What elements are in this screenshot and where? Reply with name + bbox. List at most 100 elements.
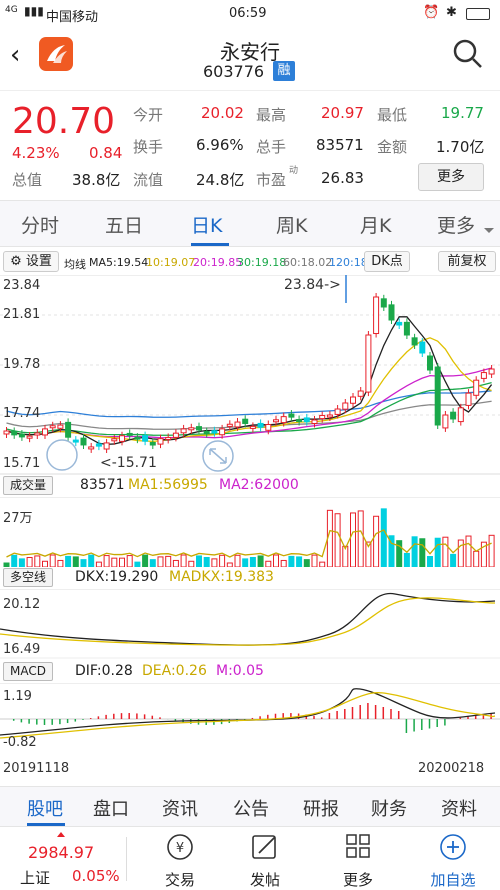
network-indicator: 4G	[5, 5, 18, 15]
period-tabs: 分时 五日 日K 周K 月K 更多	[0, 200, 500, 247]
amount-label: 金额	[377, 138, 408, 156]
kline-y-top: 23.84	[3, 278, 41, 293]
candle	[26, 432, 33, 443]
post-button[interactable]: 发帖	[235, 831, 295, 889]
pe-label: 市盈	[256, 171, 287, 189]
volume-bar	[149, 559, 156, 567]
candle	[72, 436, 79, 447]
volume-bar	[180, 554, 187, 567]
kline-chart[interactable]	[0, 275, 500, 475]
volume-bar	[288, 555, 295, 567]
tab-order-book[interactable]: 盘口	[93, 795, 129, 821]
candle	[95, 439, 102, 451]
plus-circle-icon	[440, 834, 466, 860]
candle	[403, 318, 410, 339]
total-label: 总值	[12, 171, 43, 189]
candle	[380, 294, 387, 311]
volume-bar	[303, 559, 310, 567]
candle	[257, 419, 264, 432]
tab-forum[interactable]: 股吧	[27, 795, 63, 821]
volume-bar	[296, 556, 303, 567]
volume-bar	[119, 557, 125, 567]
margin-badge: 融	[273, 61, 295, 81]
tab-monthly-k[interactable]: 月K	[360, 211, 391, 238]
signal-icon: ▮▮▮	[24, 4, 44, 18]
volume-bar	[273, 554, 279, 567]
tab-five-day[interactable]: 五日	[105, 211, 143, 238]
grid-icon	[346, 834, 370, 858]
dif-value: DIF:0.28	[75, 663, 133, 679]
trade-button[interactable]: ¥ 交易	[150, 831, 210, 889]
tab-research[interactable]: 研报	[303, 795, 339, 821]
index-name: 上证	[20, 869, 51, 887]
quote-panel: 20.70 4.23% 0.84 总值 38.8亿 今开 20.02 最高 20…	[0, 90, 500, 200]
volume-bar	[34, 555, 41, 567]
float-label: 流值	[133, 171, 164, 189]
stock-header: ‹ 永安行 603776 融	[0, 28, 500, 90]
volume-bar	[427, 556, 433, 567]
high-label: 最高	[256, 106, 287, 124]
volume-bar	[380, 508, 387, 567]
add-watchlist-button[interactable]: 加自选	[418, 831, 488, 889]
pe-superscript: 动	[289, 166, 299, 176]
end-date: 20200218	[418, 761, 485, 776]
volume-value: 83571	[80, 477, 125, 493]
candle	[11, 427, 18, 439]
tab-intraday[interactable]: 分时	[21, 211, 59, 238]
trade-label: 交易	[164, 871, 195, 889]
ma-line	[6, 367, 492, 439]
svg-text:¥: ¥	[176, 841, 184, 856]
macd-label-button[interactable]: MACD	[3, 662, 53, 681]
open-label: 今开	[133, 106, 164, 124]
dk-chart	[0, 589, 500, 659]
tab-announcements[interactable]: 公告	[233, 795, 269, 821]
dk-point-button[interactable]: DK点	[364, 251, 410, 272]
more-menu-button[interactable]: 更多	[328, 831, 388, 889]
more-button[interactable]: 更多	[418, 163, 484, 191]
tab-weekly-k[interactable]: 周K	[276, 211, 307, 238]
tab-news[interactable]: 资讯	[162, 795, 198, 821]
bluetooth-icon: ✱	[446, 5, 457, 20]
volume-y-top: 27万	[3, 511, 33, 526]
m-value: M:0.05	[216, 663, 264, 679]
alarm-icon: ⏰	[423, 5, 440, 20]
candle	[288, 410, 295, 422]
turnover-value: 6.96%	[196, 136, 244, 154]
volume-bar	[65, 555, 72, 567]
price: 20.70	[12, 101, 116, 142]
tab-profile[interactable]: 资料	[441, 795, 477, 821]
dk-label-button[interactable]: 多空线	[3, 568, 54, 587]
search-icon[interactable]	[452, 38, 484, 70]
candle	[142, 431, 149, 446]
info-tabs: 股吧 盘口 资讯 公告 研报 财务 资料	[0, 786, 500, 826]
volume-bar	[26, 556, 33, 567]
volume-label: 总手	[256, 138, 287, 156]
candle	[365, 331, 372, 397]
volume-bar	[242, 558, 249, 567]
edit-icon	[252, 835, 276, 859]
ma10-value: 10:19.07	[146, 256, 196, 269]
macd-chart	[0, 683, 500, 739]
index-value[interactable]: 2984.97	[28, 843, 94, 862]
tab-daily-k[interactable]: 日K	[191, 211, 222, 238]
volume-bar	[49, 554, 56, 567]
chevron-down-icon	[484, 228, 494, 233]
volume-value: 83571	[316, 136, 364, 154]
candle	[473, 376, 480, 400]
pe-value: 26.83	[321, 169, 364, 187]
zoom-out-icon[interactable]	[46, 439, 78, 471]
candle	[149, 438, 156, 450]
post-label: 发帖	[249, 871, 280, 889]
adjust-button[interactable]: 前复权	[438, 251, 496, 272]
volume-bar	[72, 556, 79, 567]
kline-y-mid1: 21.81	[3, 307, 41, 322]
tab-finance[interactable]: 财务	[371, 795, 407, 821]
tab-more[interactable]: 更多	[437, 211, 475, 238]
volume-bar	[311, 554, 318, 567]
macd-y-top: 1.19	[3, 689, 32, 704]
settings-button[interactable]: ⚙ 设置	[3, 251, 59, 272]
open-value: 20.02	[201, 104, 244, 122]
volume-bar	[488, 534, 495, 567]
change-pct: 4.23%	[12, 144, 60, 162]
volume-label-button[interactable]: 成交量	[3, 476, 54, 495]
